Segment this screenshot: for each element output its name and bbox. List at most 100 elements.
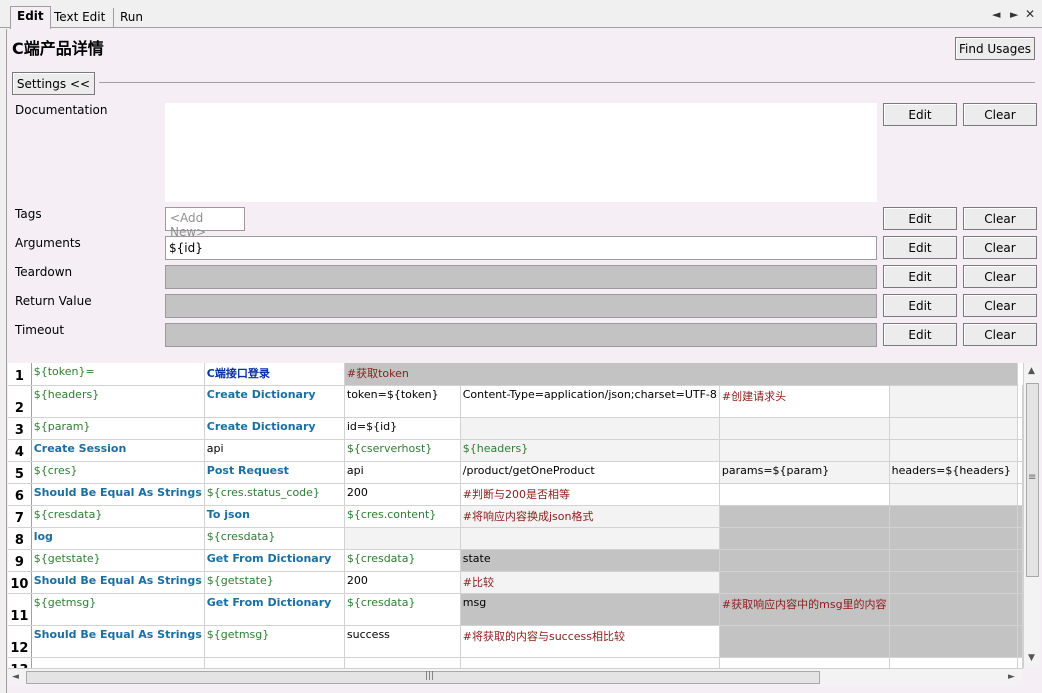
- grid-cell[interactable]: #比较: [460, 571, 720, 594]
- teardown-clear-button[interactable]: Clear: [963, 265, 1037, 288]
- grid-cell[interactable]: [1017, 527, 1023, 550]
- grid-cell[interactable]: #获取token: [344, 363, 1019, 386]
- grid-cell[interactable]: ${cresdata}: [204, 527, 345, 550]
- grid-cell[interactable]: [1017, 439, 1023, 462]
- row-number[interactable]: 8: [8, 527, 32, 550]
- grid-cell[interactable]: ${getmsg}: [31, 593, 205, 626]
- grid-cell[interactable]: [204, 657, 345, 668]
- tab-prev-icon[interactable]: ◄: [992, 8, 1000, 21]
- grid-cell[interactable]: Should Be Equal As Strings: [31, 625, 205, 658]
- return-value-edit-button[interactable]: Edit: [883, 294, 957, 317]
- tab-text-edit[interactable]: Text Edit: [48, 8, 111, 28]
- tab-next-icon[interactable]: ►: [1010, 8, 1018, 21]
- scroll-left-icon[interactable]: ◄: [12, 672, 19, 682]
- grid-cell[interactable]: ${cres}: [31, 461, 205, 484]
- grid-cell[interactable]: [889, 593, 1019, 626]
- row-number[interactable]: 5: [8, 461, 32, 484]
- arguments-field[interactable]: ${id}: [165, 236, 877, 260]
- row-number[interactable]: 4: [8, 439, 32, 462]
- horizontal-scroll-thumb[interactable]: |||: [26, 671, 820, 684]
- grid-cell[interactable]: [1017, 549, 1023, 572]
- grid-cell[interactable]: [889, 417, 1019, 440]
- grid-cell[interactable]: [889, 657, 1019, 668]
- row-number[interactable]: 10: [8, 571, 32, 594]
- grid-cell[interactable]: [1017, 505, 1023, 528]
- grid-cell[interactable]: id=${id}: [344, 417, 461, 440]
- grid-cell[interactable]: [460, 417, 720, 440]
- close-icon[interactable]: ✕: [1025, 7, 1035, 21]
- documentation-clear-button[interactable]: Clear: [963, 103, 1037, 126]
- grid-cell[interactable]: state: [460, 549, 720, 572]
- grid-cell[interactable]: To json: [204, 505, 345, 528]
- grid-cell[interactable]: [889, 625, 1019, 658]
- teardown-edit-button[interactable]: Edit: [883, 265, 957, 288]
- teardown-field[interactable]: [165, 265, 877, 289]
- timeout-clear-button[interactable]: Clear: [963, 323, 1037, 346]
- tab-run[interactable]: Run: [113, 8, 149, 28]
- grid-cell[interactable]: [1017, 483, 1023, 506]
- row-number[interactable]: 13: [8, 657, 32, 668]
- row-number[interactable]: 3: [8, 417, 32, 440]
- grid-cell[interactable]: Create Dictionary: [204, 417, 345, 440]
- row-number[interactable]: 12: [8, 625, 32, 658]
- tags-add-new[interactable]: <Add New>: [165, 207, 245, 239]
- grid-cell[interactable]: #获取响应内容中的msg里的内容: [719, 593, 890, 626]
- grid-cell[interactable]: [1017, 385, 1023, 418]
- grid-cell[interactable]: [31, 657, 205, 668]
- grid-cell[interactable]: /product/getOneProduct: [460, 461, 720, 484]
- grid-cell[interactable]: Post Request: [204, 461, 345, 484]
- grid-cell[interactable]: ${getstate}: [31, 549, 205, 572]
- grid-cell[interactable]: #判断与200是否相等: [460, 483, 720, 506]
- grid-cell[interactable]: [1017, 417, 1023, 440]
- grid-horizontal-scrollbar[interactable]: ◄ ||| ►: [8, 668, 1023, 685]
- grid-cell[interactable]: [889, 483, 1019, 506]
- grid-cell[interactable]: [1017, 657, 1023, 668]
- grid-cell[interactable]: [719, 657, 890, 668]
- grid-cell[interactable]: Create Session: [31, 439, 205, 462]
- grid-cell[interactable]: [1017, 593, 1023, 626]
- row-number[interactable]: 6: [8, 483, 32, 506]
- grid-cell[interactable]: Should Be Equal As Strings: [31, 571, 205, 594]
- grid-cell[interactable]: ${headers}: [460, 439, 720, 462]
- grid-cell[interactable]: [719, 439, 890, 462]
- grid-cell[interactable]: ${cresdata}: [344, 549, 461, 572]
- scroll-down-icon[interactable]: ▼: [1028, 653, 1035, 663]
- grid-cell[interactable]: [344, 527, 461, 550]
- vertical-scroll-thumb[interactable]: ≡: [1026, 383, 1039, 577]
- tags-clear-button[interactable]: Clear: [963, 207, 1037, 230]
- grid-cell[interactable]: [719, 549, 890, 572]
- grid-cell[interactable]: ${cresdata}: [344, 593, 461, 626]
- grid-cell[interactable]: [889, 505, 1019, 528]
- timeout-edit-button[interactable]: Edit: [883, 323, 957, 346]
- grid-cell[interactable]: [719, 483, 890, 506]
- grid-cell[interactable]: 200: [344, 571, 461, 594]
- grid-cell[interactable]: Get From Dictionary: [204, 549, 345, 572]
- return-value-clear-button[interactable]: Clear: [963, 294, 1037, 317]
- grid-cell[interactable]: log: [31, 527, 205, 550]
- grid-cell[interactable]: Get From Dictionary: [204, 593, 345, 626]
- grid-cell[interactable]: [889, 527, 1019, 550]
- grid-cell[interactable]: [460, 527, 720, 550]
- grid-cell[interactable]: Should Be Equal As Strings: [31, 483, 205, 506]
- row-number[interactable]: 9: [8, 549, 32, 572]
- grid-cell[interactable]: api: [204, 439, 345, 462]
- grid-cell[interactable]: [719, 505, 890, 528]
- grid-cell[interactable]: ${param}: [31, 417, 205, 440]
- grid-cell[interactable]: [719, 625, 890, 658]
- grid-cell[interactable]: headers=${headers}: [889, 461, 1019, 484]
- grid-cell[interactable]: [1017, 461, 1023, 484]
- arguments-edit-button[interactable]: Edit: [883, 236, 957, 259]
- row-number[interactable]: 2: [8, 385, 32, 418]
- arguments-clear-button[interactable]: Clear: [963, 236, 1037, 259]
- tab-edit[interactable]: Edit: [10, 6, 51, 29]
- timeout-field[interactable]: [165, 323, 877, 347]
- row-number[interactable]: 7: [8, 505, 32, 528]
- grid-cell[interactable]: ${cresdata}: [31, 505, 205, 528]
- grid-cell[interactable]: [1017, 571, 1023, 594]
- return-value-field[interactable]: [165, 294, 877, 318]
- grid-cell[interactable]: [344, 657, 461, 668]
- grid-cell[interactable]: #将响应内容换成json格式: [460, 505, 720, 528]
- grid-cell[interactable]: [1017, 625, 1023, 658]
- grid-cell[interactable]: ${cserverhost}: [344, 439, 461, 462]
- grid-cell[interactable]: msg: [460, 593, 720, 626]
